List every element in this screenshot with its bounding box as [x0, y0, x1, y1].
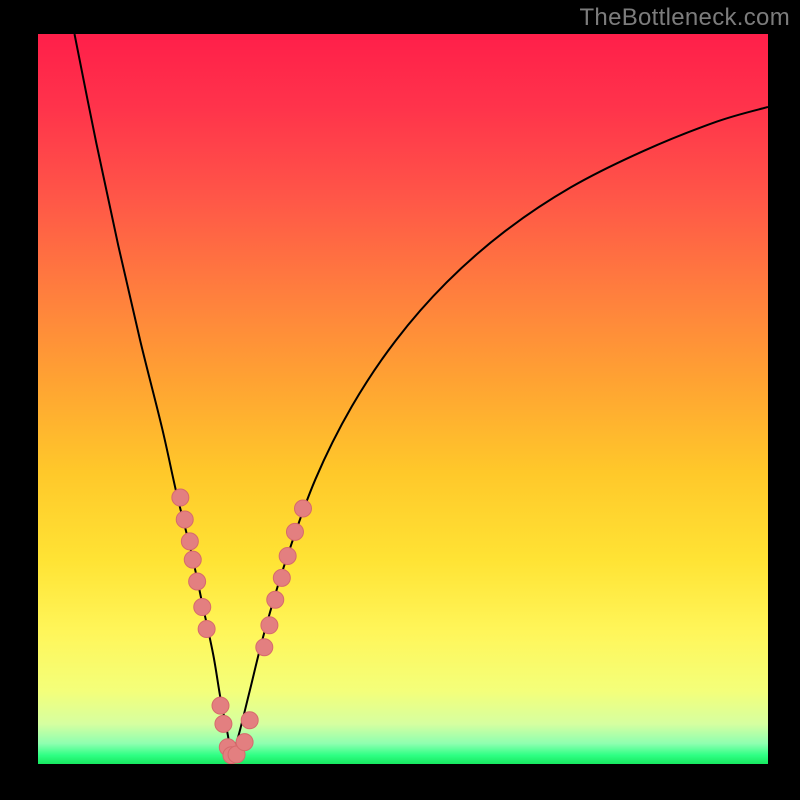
data-point — [279, 547, 296, 564]
data-point — [256, 639, 273, 656]
data-point — [236, 734, 253, 751]
data-point — [176, 511, 193, 528]
data-point — [184, 551, 201, 568]
data-point — [241, 712, 258, 729]
data-point — [267, 591, 284, 608]
data-point — [273, 569, 290, 586]
data-point — [181, 533, 198, 550]
data-point — [286, 523, 303, 540]
watermark-text: TheBottleneck.com — [579, 4, 790, 32]
data-point — [261, 617, 278, 634]
data-point — [189, 573, 206, 590]
data-point — [194, 599, 211, 616]
app-frame: TheBottleneck.com — [0, 0, 800, 800]
data-point — [212, 697, 229, 714]
data-point — [198, 620, 215, 637]
data-point — [294, 500, 311, 517]
data-point — [215, 715, 232, 732]
chart-svg — [38, 34, 768, 764]
plot-area — [38, 34, 768, 764]
data-point — [172, 489, 189, 506]
